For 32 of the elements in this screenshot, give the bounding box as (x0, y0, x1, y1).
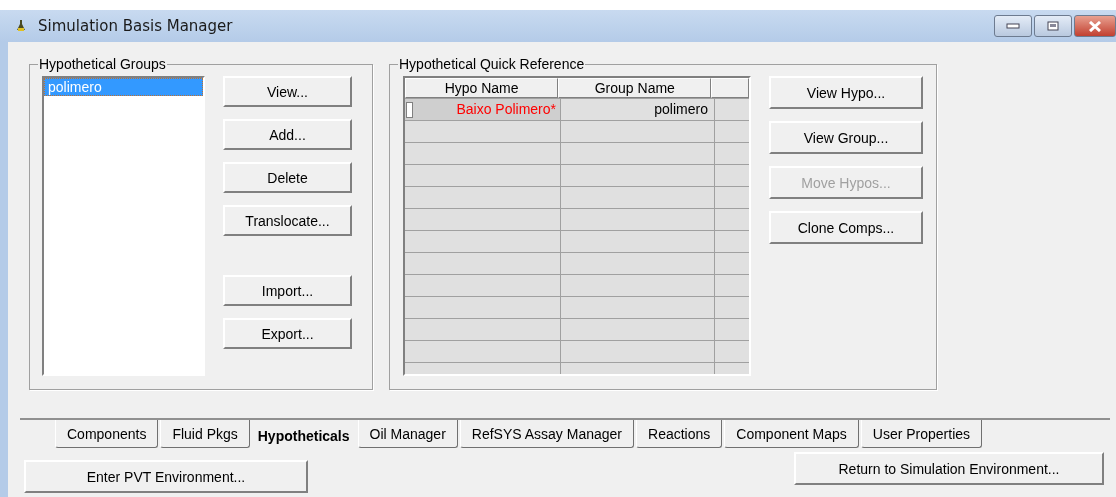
return-button[interactable]: Return to Simulation Environment... (794, 452, 1104, 485)
tab[interactable]: Oil Manager (357, 420, 458, 448)
maximize-icon (1047, 21, 1059, 31)
table-cell: Baixo Polimero* (405, 99, 561, 120)
minimize-icon (1006, 23, 1020, 29)
app-icon (16, 20, 26, 32)
table-cell: polimero (561, 99, 715, 120)
tab[interactable]: Component Maps (724, 420, 859, 448)
tab[interactable]: Components (55, 420, 159, 448)
column-header[interactable]: Group Name (558, 78, 712, 98)
tab[interactable]: Reactions (636, 420, 723, 448)
action-button[interactable]: Export... (223, 318, 352, 349)
action-button[interactable]: Clone Comps... (769, 211, 923, 244)
tab[interactable]: RefSYS Assay Manager (459, 420, 634, 448)
action-button[interactable]: Import... (223, 275, 352, 306)
window-title: Simulation Basis Manager (38, 17, 233, 35)
close-icon (1088, 20, 1102, 32)
minimize-button[interactable] (994, 15, 1032, 37)
tab[interactable]: Fluid Pkgs (160, 420, 250, 448)
column-header[interactable]: Hypo Name (405, 78, 559, 98)
action-button[interactable]: View Group... (769, 121, 923, 154)
group-title: Hypothetical Groups (38, 56, 167, 72)
enter-pvt-button[interactable]: Enter PVT Environment... (24, 460, 308, 493)
tab[interactable]: User Properties (860, 420, 983, 448)
action-button[interactable]: Delete (223, 162, 352, 193)
action-button[interactable]: Translocate... (223, 205, 352, 236)
maximize-button[interactable] (1034, 15, 1072, 37)
close-button[interactable] (1074, 15, 1116, 37)
action-button[interactable]: View... (223, 76, 352, 107)
group-title: Hypothetical Quick Reference (398, 56, 586, 72)
action-button[interactable]: Add... (223, 119, 352, 150)
action-button[interactable]: View Hypo... (769, 76, 923, 109)
